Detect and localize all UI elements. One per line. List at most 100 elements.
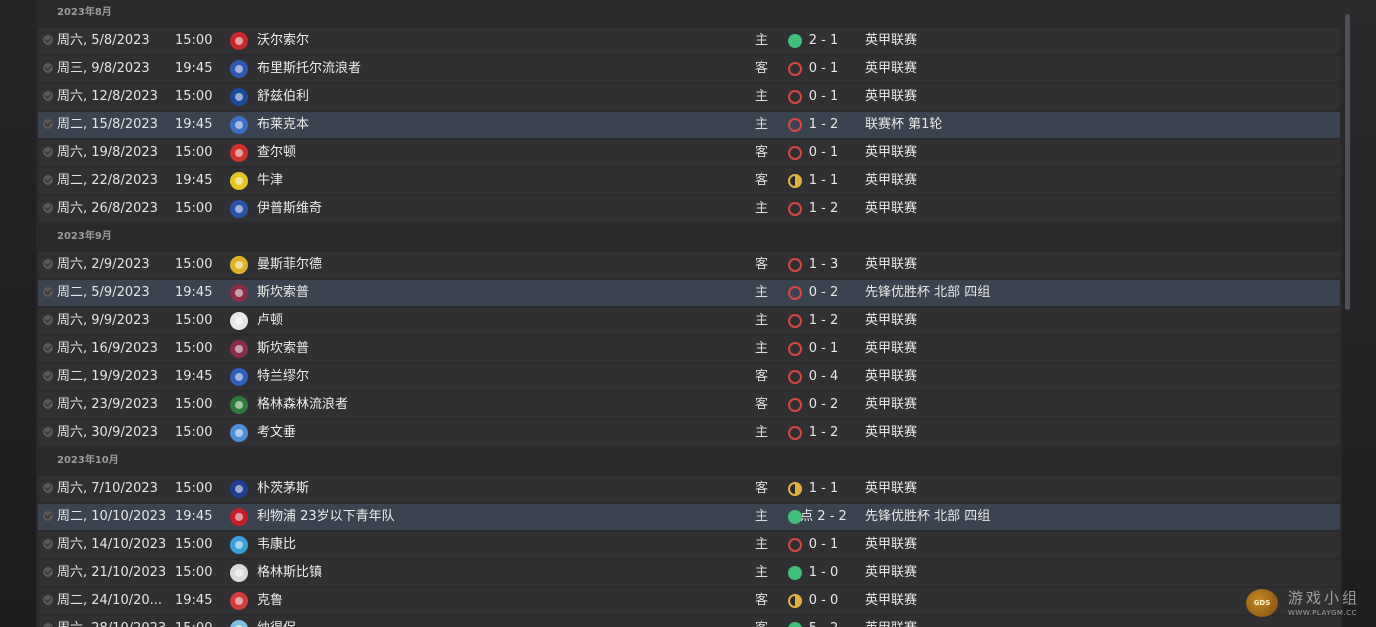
match-score[interactable]: 1 - 2: [766, 308, 881, 334]
match-score[interactable]: 0 - 1: [766, 84, 881, 110]
team-crest-icon: [230, 172, 248, 190]
match-score[interactable]: 0 - 1: [766, 56, 881, 82]
match-score[interactable]: 1 - 2: [766, 196, 881, 222]
fixture-row[interactable]: 周六, 2/9/2023 15:00 曼斯菲尔德 客 1 - 3 英甲联赛: [38, 252, 1340, 278]
competition-link[interactable]: 英甲联赛: [865, 392, 917, 418]
competition-link[interactable]: 先锋优胜杯 北部 四组: [865, 280, 990, 306]
team-crest-icon: [230, 144, 248, 162]
match-score[interactable]: 5 - 2: [766, 616, 881, 627]
match-score[interactable]: 0 - 1: [766, 532, 881, 558]
opponent-name-link[interactable]: 卢顿: [257, 308, 283, 334]
team-crest-icon: [230, 32, 248, 50]
fixture-row[interactable]: 周六, 30/9/2023 15:00 考文垂 主 1 - 2 英甲联赛: [38, 420, 1340, 446]
team-crest-icon: [230, 116, 248, 134]
opponent-name-link[interactable]: 克鲁: [257, 588, 283, 614]
kickoff-time: 19:45: [175, 117, 213, 132]
competition-link[interactable]: 英甲联赛: [865, 336, 917, 362]
kickoff-time: 15:00: [175, 89, 213, 104]
competition-link[interactable]: 英甲联赛: [865, 252, 917, 278]
competition-link[interactable]: 英甲联赛: [865, 560, 917, 586]
opponent-name-link[interactable]: 格林森林流浪者: [257, 392, 348, 418]
fixture-row[interactable]: 周六, 19/8/2023 15:00 查尔顿 客 0 - 1 英甲联赛: [38, 140, 1340, 166]
match-score[interactable]: 点 2 - 2: [766, 504, 881, 530]
left-sidebar-edge: [0, 0, 36, 627]
opponent-name-link[interactable]: 特兰缪尔: [257, 364, 309, 390]
opponent-name-link[interactable]: 格林斯比镇: [257, 560, 322, 586]
opponent-name-link[interactable]: 布莱克本: [257, 112, 309, 138]
opponent-name-link[interactable]: 布里斯托尔流浪者: [257, 56, 361, 82]
competition-link[interactable]: 英甲联赛: [865, 168, 917, 194]
fixture-row[interactable]: 周二, 15/8/2023 19:45 布莱克本 主 1 - 2 联赛杯 第1轮: [38, 112, 1340, 138]
opponent-name-link[interactable]: 朴茨茅斯: [257, 476, 309, 502]
opponent-name-link[interactable]: 考文垂: [257, 420, 296, 446]
match-score[interactable]: 0 - 1: [766, 336, 881, 362]
opponent-name-link[interactable]: 舒兹伯利: [257, 84, 309, 110]
fixture-row[interactable]: 周六, 12/8/2023 15:00 舒兹伯利 主 0 - 1 英甲联赛: [38, 84, 1340, 110]
match-score[interactable]: 1 - 2: [766, 112, 881, 138]
opponent-name-link[interactable]: 牛津: [257, 168, 283, 194]
match-score[interactable]: 1 - 1: [766, 168, 881, 194]
competition-link[interactable]: 英甲联赛: [865, 84, 917, 110]
competition-link[interactable]: 英甲联赛: [865, 196, 917, 222]
fixture-row[interactable]: 周六, 21/10/2023 15:00 格林斯比镇 主 1 - 0 英甲联赛: [38, 560, 1340, 586]
match-score[interactable]: 1 - 1: [766, 476, 881, 502]
fixture-row[interactable]: 周二, 22/8/2023 19:45 牛津 客 1 - 1 英甲联赛: [38, 168, 1340, 194]
fixture-row[interactable]: 周六, 23/9/2023 15:00 格林森林流浪者 客 0 - 2 英甲联赛: [38, 392, 1340, 418]
opponent-name-link[interactable]: 沃尔索尔: [257, 28, 309, 54]
fixture-row[interactable]: 周六, 26/8/2023 15:00 伊普斯维奇 主 1 - 2 英甲联赛: [38, 196, 1340, 222]
competition-link[interactable]: 英甲联赛: [865, 420, 917, 446]
opponent-name-link[interactable]: 曼斯菲尔德: [257, 252, 322, 278]
opponent-name-link[interactable]: 伊普斯维奇: [257, 196, 322, 222]
match-score[interactable]: 0 - 0: [766, 588, 881, 614]
kickoff-time: 15:00: [175, 397, 213, 412]
fixture-row[interactable]: 周二, 10/10/2023 19:45 利物浦 23岁以下青年队 主 点 2 …: [38, 504, 1340, 530]
team-crest-icon: [230, 312, 248, 330]
fixture-row[interactable]: 周二, 5/9/2023 19:45 斯坎索普 主 0 - 2 先锋优胜杯 北部…: [38, 280, 1340, 306]
watermark-name: 游戏小组: [1288, 589, 1361, 607]
opponent-name-link[interactable]: 韦康比: [257, 532, 296, 558]
competition-link[interactable]: 英甲联赛: [865, 588, 917, 614]
team-crest-icon: [230, 536, 248, 554]
match-score[interactable]: 2 - 1: [766, 28, 881, 54]
fixture-row[interactable]: 周六, 7/10/2023 15:00 朴茨茅斯 客 1 - 1 英甲联赛: [38, 476, 1340, 502]
team-crest-icon: [230, 60, 248, 78]
fixture-row[interactable]: 周六, 14/10/2023 15:00 韦康比 主 0 - 1 英甲联赛: [38, 532, 1340, 558]
fixture-row[interactable]: 周六, 9/9/2023 15:00 卢顿 主 1 - 2 英甲联赛: [38, 308, 1340, 334]
match-date: 周二, 24/10/20...: [57, 593, 163, 608]
match-score[interactable]: 1 - 0: [766, 560, 881, 586]
match-score[interactable]: 0 - 4: [766, 364, 881, 390]
opponent-name-link[interactable]: 斯坎索普: [257, 336, 309, 362]
fixture-row[interactable]: 周六, 16/9/2023 15:00 斯坎索普 主 0 - 1 英甲联赛: [38, 336, 1340, 362]
competition-link[interactable]: 英甲联赛: [865, 28, 917, 54]
match-score[interactable]: 0 - 1: [766, 140, 881, 166]
competition-link[interactable]: 英甲联赛: [865, 616, 917, 627]
match-score[interactable]: 0 - 2: [766, 280, 881, 306]
competition-link[interactable]: 先锋优胜杯 北部 四组: [865, 504, 990, 530]
check-icon: [43, 147, 53, 157]
check-icon: [43, 175, 53, 185]
check-icon: [43, 63, 53, 73]
competition-link[interactable]: 英甲联赛: [865, 140, 917, 166]
month-header: 2023年9月: [57, 231, 112, 242]
fixture-row[interactable]: 周二, 24/10/20... 19:45 克鲁 客 0 - 0 英甲联赛: [38, 588, 1340, 614]
opponent-name-link[interactable]: 纳得保: [257, 616, 296, 627]
match-score[interactable]: 1 - 2: [766, 420, 881, 446]
competition-link[interactable]: 联赛杯 第1轮: [865, 112, 942, 138]
fixture-row[interactable]: 周六, 5/8/2023 15:00 沃尔索尔 主 2 - 1 英甲联赛: [38, 28, 1340, 54]
match-score[interactable]: 1 - 3: [766, 252, 881, 278]
opponent-name-link[interactable]: 查尔顿: [257, 140, 296, 166]
competition-link[interactable]: 英甲联赛: [865, 308, 917, 334]
competition-link[interactable]: 英甲联赛: [865, 532, 917, 558]
fixture-row[interactable]: 周六, 28/10/2023 15:00 纳得保 客 5 - 2 英甲联赛: [38, 616, 1340, 627]
opponent-name-link[interactable]: 斯坎索普: [257, 280, 309, 306]
competition-link[interactable]: 英甲联赛: [865, 476, 917, 502]
match-date: 周六, 28/10/2023: [57, 616, 166, 627]
scrollbar-thumb[interactable]: [1345, 14, 1350, 310]
kickoff-time: 15:00: [175, 201, 213, 216]
match-score[interactable]: 0 - 2: [766, 392, 881, 418]
fixture-row[interactable]: 周三, 9/8/2023 19:45 布里斯托尔流浪者 客 0 - 1 英甲联赛: [38, 56, 1340, 82]
opponent-name-link[interactable]: 利物浦 23岁以下青年队: [257, 504, 395, 530]
competition-link[interactable]: 英甲联赛: [865, 364, 917, 390]
fixture-row[interactable]: 周二, 19/9/2023 19:45 特兰缪尔 客 0 - 4 英甲联赛: [38, 364, 1340, 390]
competition-link[interactable]: 英甲联赛: [865, 56, 917, 82]
